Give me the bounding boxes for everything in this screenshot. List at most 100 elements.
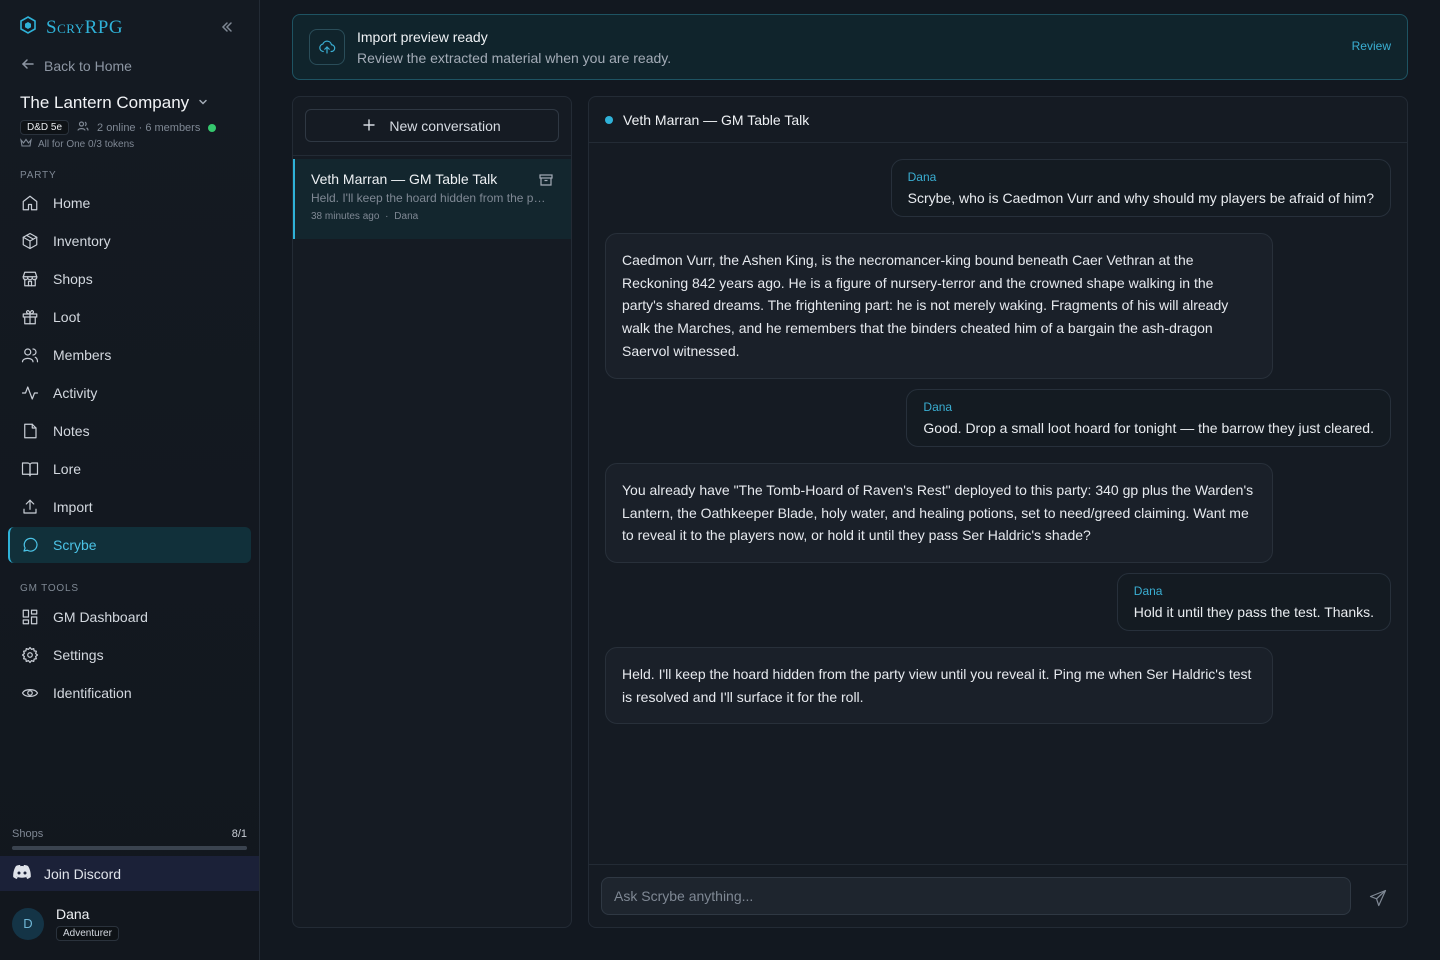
sidebar-item-activity[interactable]: Activity bbox=[8, 375, 251, 411]
assistant-message: You already have "The Tomb-Hoard of Rave… bbox=[605, 463, 1273, 564]
message-author: Dana bbox=[907, 170, 937, 184]
message-text: Scrybe, who is Caedmon Vurr and why shou… bbox=[907, 190, 1374, 206]
conversation-list: New conversation Veth Marran — GM Table … bbox=[292, 96, 572, 928]
discord-icon bbox=[12, 864, 32, 883]
brand-name: ScryRPG bbox=[46, 16, 124, 38]
status-dot bbox=[605, 115, 613, 124]
party-meta: D&D 5e 2 online · 6 members bbox=[20, 120, 217, 135]
sidebar-item-import[interactable]: Import bbox=[8, 489, 251, 525]
party-section-label: PARTY bbox=[20, 170, 57, 181]
composer bbox=[589, 864, 1407, 927]
message-text: Hold it until they pass the test. Thanks… bbox=[1133, 604, 1374, 620]
sidebar-item-notes[interactable]: Notes bbox=[8, 413, 251, 449]
sidebar-item-members[interactable]: Members bbox=[8, 337, 251, 373]
shops-usage: Shops 8/1 bbox=[12, 828, 247, 850]
upload-icon bbox=[23, 499, 37, 514]
system-badge: D&D 5e bbox=[20, 120, 70, 135]
sidebar-item-label: Identification bbox=[53, 685, 132, 701]
shops-progress-bar bbox=[12, 846, 247, 850]
sidebar-item-scrybe[interactable]: Scrybe bbox=[8, 527, 251, 563]
arrow-left-icon bbox=[20, 56, 36, 75]
sidebar-item-label: Members bbox=[53, 347, 112, 363]
sidebar-item-lore[interactable]: Lore bbox=[8, 451, 251, 487]
sidebar-item-settings[interactable]: Settings bbox=[8, 637, 251, 673]
sidebar-item-label: Settings bbox=[53, 647, 104, 663]
sidebar-item-label: Activity bbox=[53, 385, 98, 401]
user-name: Dana bbox=[56, 906, 90, 922]
sidebar-item-home[interactable]: Home bbox=[8, 185, 251, 221]
conversation-item[interactable]: Veth Marran — GM Table Talk Held. I'll k… bbox=[293, 159, 571, 239]
new-conversation-button[interactable]: New conversation bbox=[305, 109, 559, 142]
message-author: Dana bbox=[923, 400, 953, 414]
back-to-home-link[interactable]: Back to Home bbox=[20, 56, 132, 75]
discord-label: Join Discord bbox=[44, 865, 122, 882]
users-icon bbox=[77, 120, 89, 135]
tokens-info: All for One 0/3 tokens bbox=[20, 138, 134, 151]
gm-tools-section-label: GM TOOLS bbox=[20, 583, 79, 594]
sidebar-item-label: Lore bbox=[53, 461, 82, 477]
user-message: Dana Good. Drop a small loot hoard for t… bbox=[906, 389, 1391, 447]
online-status-dot bbox=[208, 123, 217, 132]
shops-usage-count: 8/1 bbox=[231, 828, 247, 840]
banner-title: Import preview ready bbox=[357, 29, 488, 45]
users-icon bbox=[21, 348, 39, 363]
assistant-message: Caedmon Vurr, the Ashen King, is the nec… bbox=[605, 233, 1273, 379]
sidebar-item-inventory[interactable]: Inventory bbox=[8, 223, 251, 259]
sidebar-item-gm-dashboard[interactable]: GM Dashboard bbox=[8, 599, 251, 635]
divider bbox=[293, 155, 571, 156]
banner-subtitle: Review the extracted material when you a… bbox=[357, 50, 672, 66]
user-message: Dana Hold it until they pass the test. T… bbox=[1116, 573, 1391, 631]
join-discord-button[interactable]: Join Discord bbox=[0, 856, 259, 891]
chat-title: Veth Marran — GM Table Talk bbox=[623, 111, 810, 128]
party-nav: Home Inventory Shops Loot Members Activi… bbox=[8, 185, 251, 565]
message-text: Good. Drop a small loot hoard for tonigh… bbox=[923, 420, 1374, 436]
sidebar-item-label: Home bbox=[53, 195, 91, 211]
sidebar-item-label: Import bbox=[53, 499, 93, 515]
gm-nav: GM Dashboard Settings Identification bbox=[8, 599, 251, 713]
user-profile[interactable]: D Dana Adventurer bbox=[12, 906, 119, 941]
collapse-sidebar-icon[interactable] bbox=[218, 18, 236, 36]
sidebar-item-identification[interactable]: Identification bbox=[8, 675, 251, 711]
activity-icon bbox=[21, 386, 39, 400]
logo-icon bbox=[20, 16, 36, 39]
shops-usage-label: Shops bbox=[12, 828, 44, 840]
sidebar-item-shops[interactable]: Shops bbox=[8, 261, 251, 297]
chat-icon bbox=[23, 537, 38, 552]
party-switcher[interactable]: The Lantern Company bbox=[20, 93, 209, 113]
sidebar-item-label: Scrybe bbox=[53, 537, 97, 553]
conversation-preview: Held. I'll keep the hoard hidden from th… bbox=[311, 191, 547, 205]
chat-header: Veth Marran — GM Table Talk bbox=[589, 97, 1407, 143]
avatar: D bbox=[12, 907, 44, 940]
plus-icon bbox=[363, 118, 376, 134]
conversation-meta: 38 minutes ago · Dana bbox=[311, 211, 419, 222]
new-conversation-label: New conversation bbox=[389, 117, 501, 134]
assistant-message: Held. I'll keep the hoard hidden from th… bbox=[605, 647, 1273, 725]
send-icon[interactable] bbox=[1369, 889, 1387, 907]
message-author: Dana bbox=[1133, 584, 1163, 598]
user-role-badge: Adventurer bbox=[56, 926, 119, 941]
box-icon bbox=[22, 232, 38, 250]
chat-input[interactable] bbox=[601, 877, 1351, 915]
brand[interactable]: ScryRPG bbox=[20, 16, 123, 39]
archive-icon[interactable] bbox=[539, 173, 553, 187]
crown-icon bbox=[20, 138, 32, 151]
sidebar-item-label: Notes bbox=[53, 423, 90, 439]
online-count: 2 online · 6 members bbox=[97, 121, 201, 134]
chat-panel: Veth Marran — GM Table Talk Dana Scrybe,… bbox=[588, 96, 1408, 928]
note-icon bbox=[24, 423, 37, 439]
sidebar-item-label: GM Dashboard bbox=[53, 609, 148, 625]
sidebar-item-loot[interactable]: Loot bbox=[8, 299, 251, 335]
import-preview-banner: Import preview ready Review the extracte… bbox=[292, 14, 1408, 80]
sidebar-item-label: Inventory bbox=[53, 233, 111, 249]
gift-icon bbox=[22, 310, 38, 325]
party-name: The Lantern Company bbox=[20, 93, 190, 112]
gear-icon bbox=[21, 646, 39, 664]
back-label: Back to Home bbox=[44, 57, 132, 74]
sidebar-item-label: Loot bbox=[53, 309, 81, 325]
eye-icon bbox=[21, 689, 39, 697]
user-message: Dana Scrybe, who is Caedmon Vurr and why… bbox=[890, 159, 1391, 217]
conversation-title: Veth Marran — GM Table Talk bbox=[311, 171, 498, 187]
review-link[interactable]: Review bbox=[1352, 39, 1391, 53]
book-icon bbox=[21, 462, 39, 477]
conversation-author: Dana bbox=[394, 211, 419, 222]
